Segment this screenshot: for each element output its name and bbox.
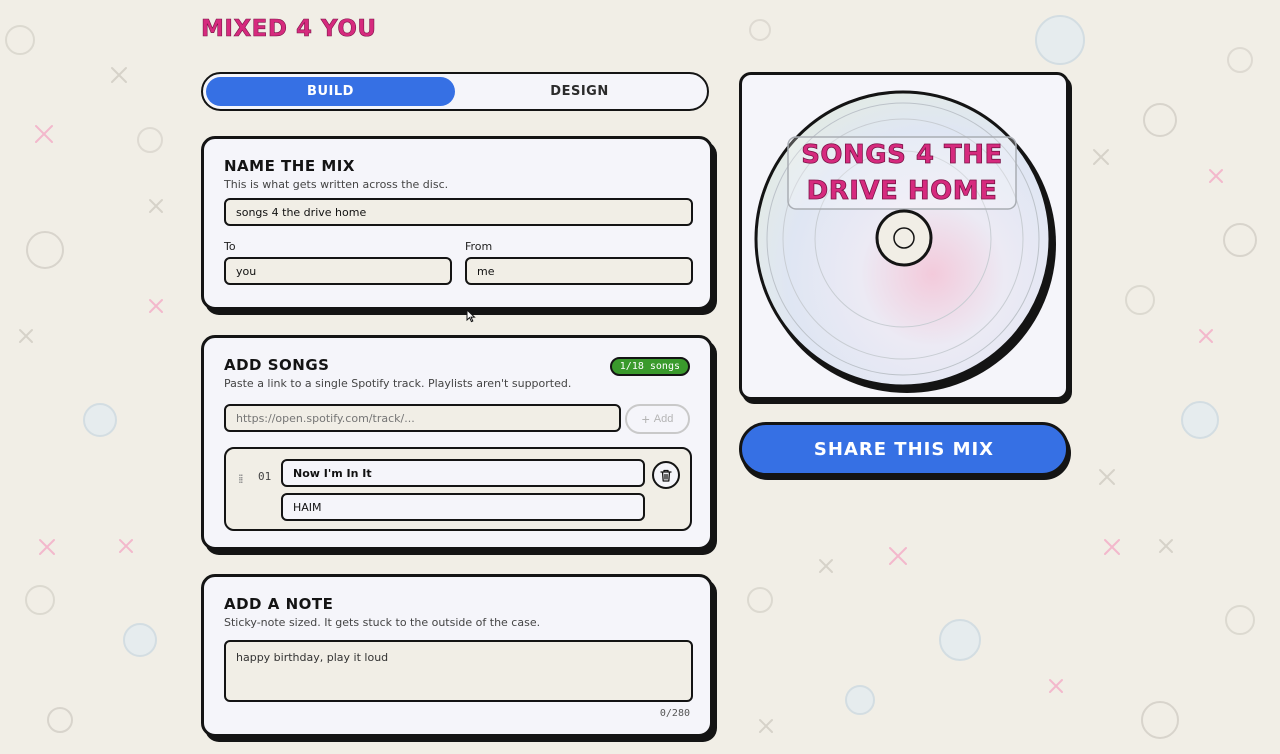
song-artist-input[interactable]: HAIM: [281, 493, 645, 521]
note-character-counter: 0/280: [659, 708, 690, 719]
from-input[interactable]: me: [465, 257, 693, 285]
plus-icon: +: [641, 411, 650, 427]
to-group: To you: [224, 240, 452, 285]
name-mix-subtitle: This is what gets written across the dis…: [224, 178, 449, 191]
add-songs-card: ADD SONGS Paste a link to a single Spoti…: [201, 335, 713, 550]
add-note-heading: ADD A NOTE: [224, 595, 334, 613]
add-note-card: ADD A NOTE Sticky-note sized. It gets st…: [201, 574, 713, 737]
song-number: 01: [258, 470, 272, 483]
disc-title-line-1: SONGS 4 THE: [801, 140, 1003, 171]
spotify-link-input[interactable]: [224, 404, 621, 432]
song-list-item: ⁞⁞ 01 Now I'm In It HAIM: [224, 447, 692, 531]
add-song-label: Add: [653, 413, 674, 425]
drag-handle-icon[interactable]: ⁞⁞: [238, 472, 243, 486]
to-from-row: To you From me: [224, 240, 693, 285]
add-note-subtitle: Sticky-note sized. It gets stuck to the …: [224, 616, 541, 629]
to-label: To: [224, 240, 236, 253]
disc-title: SONGS 4 THE DRIVE HOME: [788, 137, 1016, 209]
cursor-icon: [466, 309, 476, 323]
trash-icon: [660, 469, 672, 482]
tab-build[interactable]: BUILD: [206, 77, 455, 106]
name-mix-heading: NAME THE MIX: [224, 157, 355, 175]
tab-design[interactable]: DESIGN: [455, 77, 704, 106]
add-song-button[interactable]: + Add: [625, 404, 690, 434]
from-label: From: [465, 240, 493, 253]
mix-name-input[interactable]: songs 4 the drive home: [224, 198, 693, 226]
note-textarea[interactable]: happy birthday, play it loud: [224, 640, 693, 702]
name-mix-card: NAME THE MIX This is what gets written a…: [201, 136, 713, 310]
delete-song-button[interactable]: [652, 461, 680, 489]
mode-tabs: BUILD DESIGN: [201, 72, 709, 111]
app-title: MIXED 4 YOU: [201, 16, 377, 43]
add-songs-subtitle: Paste a link to a single Spotify track. …: [224, 377, 572, 390]
song-title-input[interactable]: Now I'm In It: [281, 459, 645, 487]
disc-art: [754, 90, 1056, 393]
disc-title-line-2: DRIVE HOME: [806, 176, 998, 207]
song-count-badge: 1/18 songs: [609, 357, 690, 376]
from-group: From me: [465, 240, 693, 285]
disc-preview: SONGS 4 THE DRIVE HOME: [739, 72, 1069, 400]
share-mix-button[interactable]: SHARE THIS MIX: [739, 422, 1069, 476]
to-input[interactable]: you: [224, 257, 452, 285]
